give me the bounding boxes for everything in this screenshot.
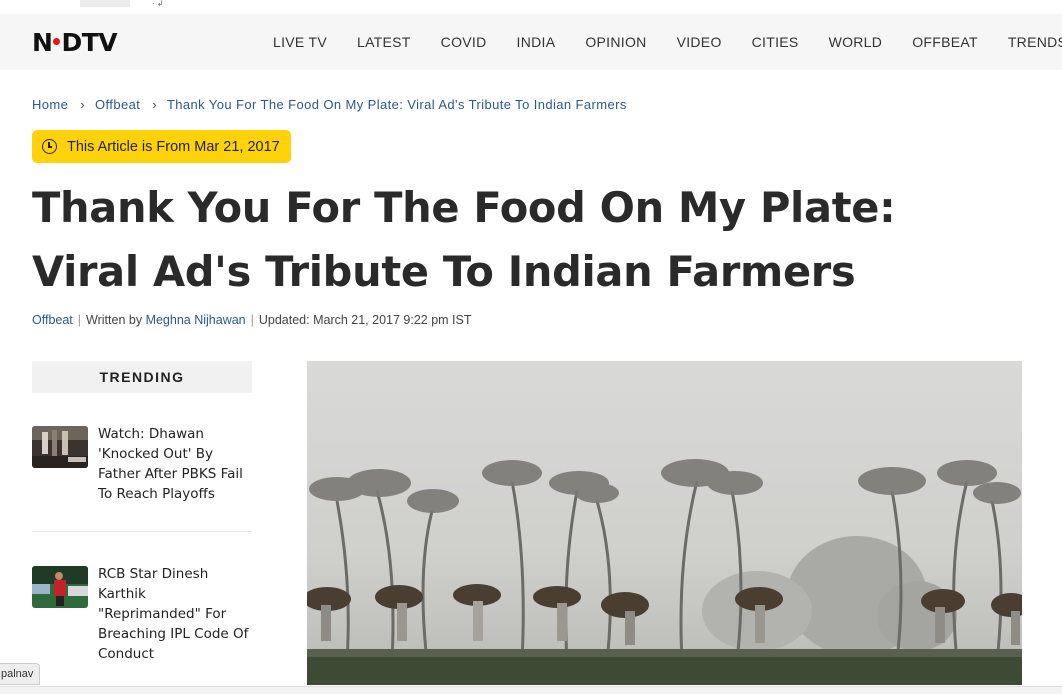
nav-item-live-tv[interactable]: LIVE TV (258, 34, 342, 50)
breadcrumb-current[interactable]: Thank You For The Food On My Plate: Vira… (167, 97, 627, 112)
article-hero-image (307, 361, 1022, 685)
ndtv-logo[interactable]: N DTV (32, 28, 118, 57)
nav-item-trends[interactable]: TRENDS (993, 34, 1062, 50)
breadcrumb-section[interactable]: Offbeat (95, 97, 140, 112)
tab-glyph: · ↲ (152, 0, 164, 8)
chevron-right-icon: › (152, 97, 157, 112)
byline-divider: | (77, 313, 82, 327)
trending-divider (32, 531, 252, 532)
article-date-badge: This Article is From Mar 21, 2017 (32, 130, 291, 163)
trending-item[interactable]: Watch: Dhawan 'Knocked Out' By Father Af… (32, 424, 252, 504)
clock-icon (42, 139, 57, 154)
nav-item-opinion[interactable]: OPINION (570, 34, 661, 50)
trending-thumbnail[interactable] (32, 566, 88, 608)
byline-divider: | (250, 313, 254, 327)
trending-item[interactable]: RCB Star Dinesh Karthik "Reprimanded" Fo… (32, 564, 252, 664)
nav-item-world[interactable]: WORLD (814, 34, 898, 50)
breadcrumb: Home › Offbeat › Thank You For The Food … (32, 97, 627, 112)
trending-thumbnail[interactable] (32, 426, 88, 468)
site-header: N DTV LIVE TV LATEST COVID INDIA OPINION … (0, 14, 1062, 70)
nav-item-video[interactable]: VIDEO (662, 34, 737, 50)
nav-item-cities[interactable]: CITIES (737, 34, 814, 50)
nav-item-covid[interactable]: COVID (426, 34, 502, 50)
status-bar: palnav (0, 663, 40, 685)
article-title: Thank You For The Food On My Plate: Vira… (32, 183, 896, 296)
chevron-right-icon: › (80, 97, 86, 112)
article-byline: Offbeat | Written by Meghna Nijhawan | U… (32, 313, 472, 327)
logo-dot-icon (53, 37, 61, 45)
trending-heading: TRENDING (32, 361, 252, 393)
main-nav: LIVE TV LATEST COVID INDIA OPINION VIDEO… (258, 14, 1062, 70)
trending-sidebar: TRENDING Watch: Dhawan 'Knocked Out' By … (32, 361, 252, 662)
breadcrumb-home[interactable]: Home (32, 97, 68, 112)
nav-item-india[interactable]: INDIA (502, 34, 571, 50)
trending-item-title[interactable]: RCB Star Dinesh Karthik "Reprimanded" Fo… (98, 564, 252, 664)
byline-category[interactable]: Offbeat (32, 313, 73, 327)
date-badge-text: This Article is From Mar 21, 2017 (67, 138, 280, 155)
nav-item-offbeat[interactable]: OFFBEAT (897, 34, 993, 50)
byline-updated: Updated: March 21, 2017 9:22 pm IST (258, 313, 472, 327)
byline-author[interactable]: Meghna Nijhawan (146, 313, 246, 327)
top-strip: · ↲ (0, 0, 1062, 8)
byline-written-by: Written by (86, 313, 143, 327)
trending-item-title[interactable]: Watch: Dhawan 'Knocked Out' By Father Af… (98, 424, 252, 504)
bottom-divider (0, 686, 1062, 694)
tab-placeholder (80, 0, 130, 7)
nav-item-latest[interactable]: LATEST (342, 34, 426, 50)
